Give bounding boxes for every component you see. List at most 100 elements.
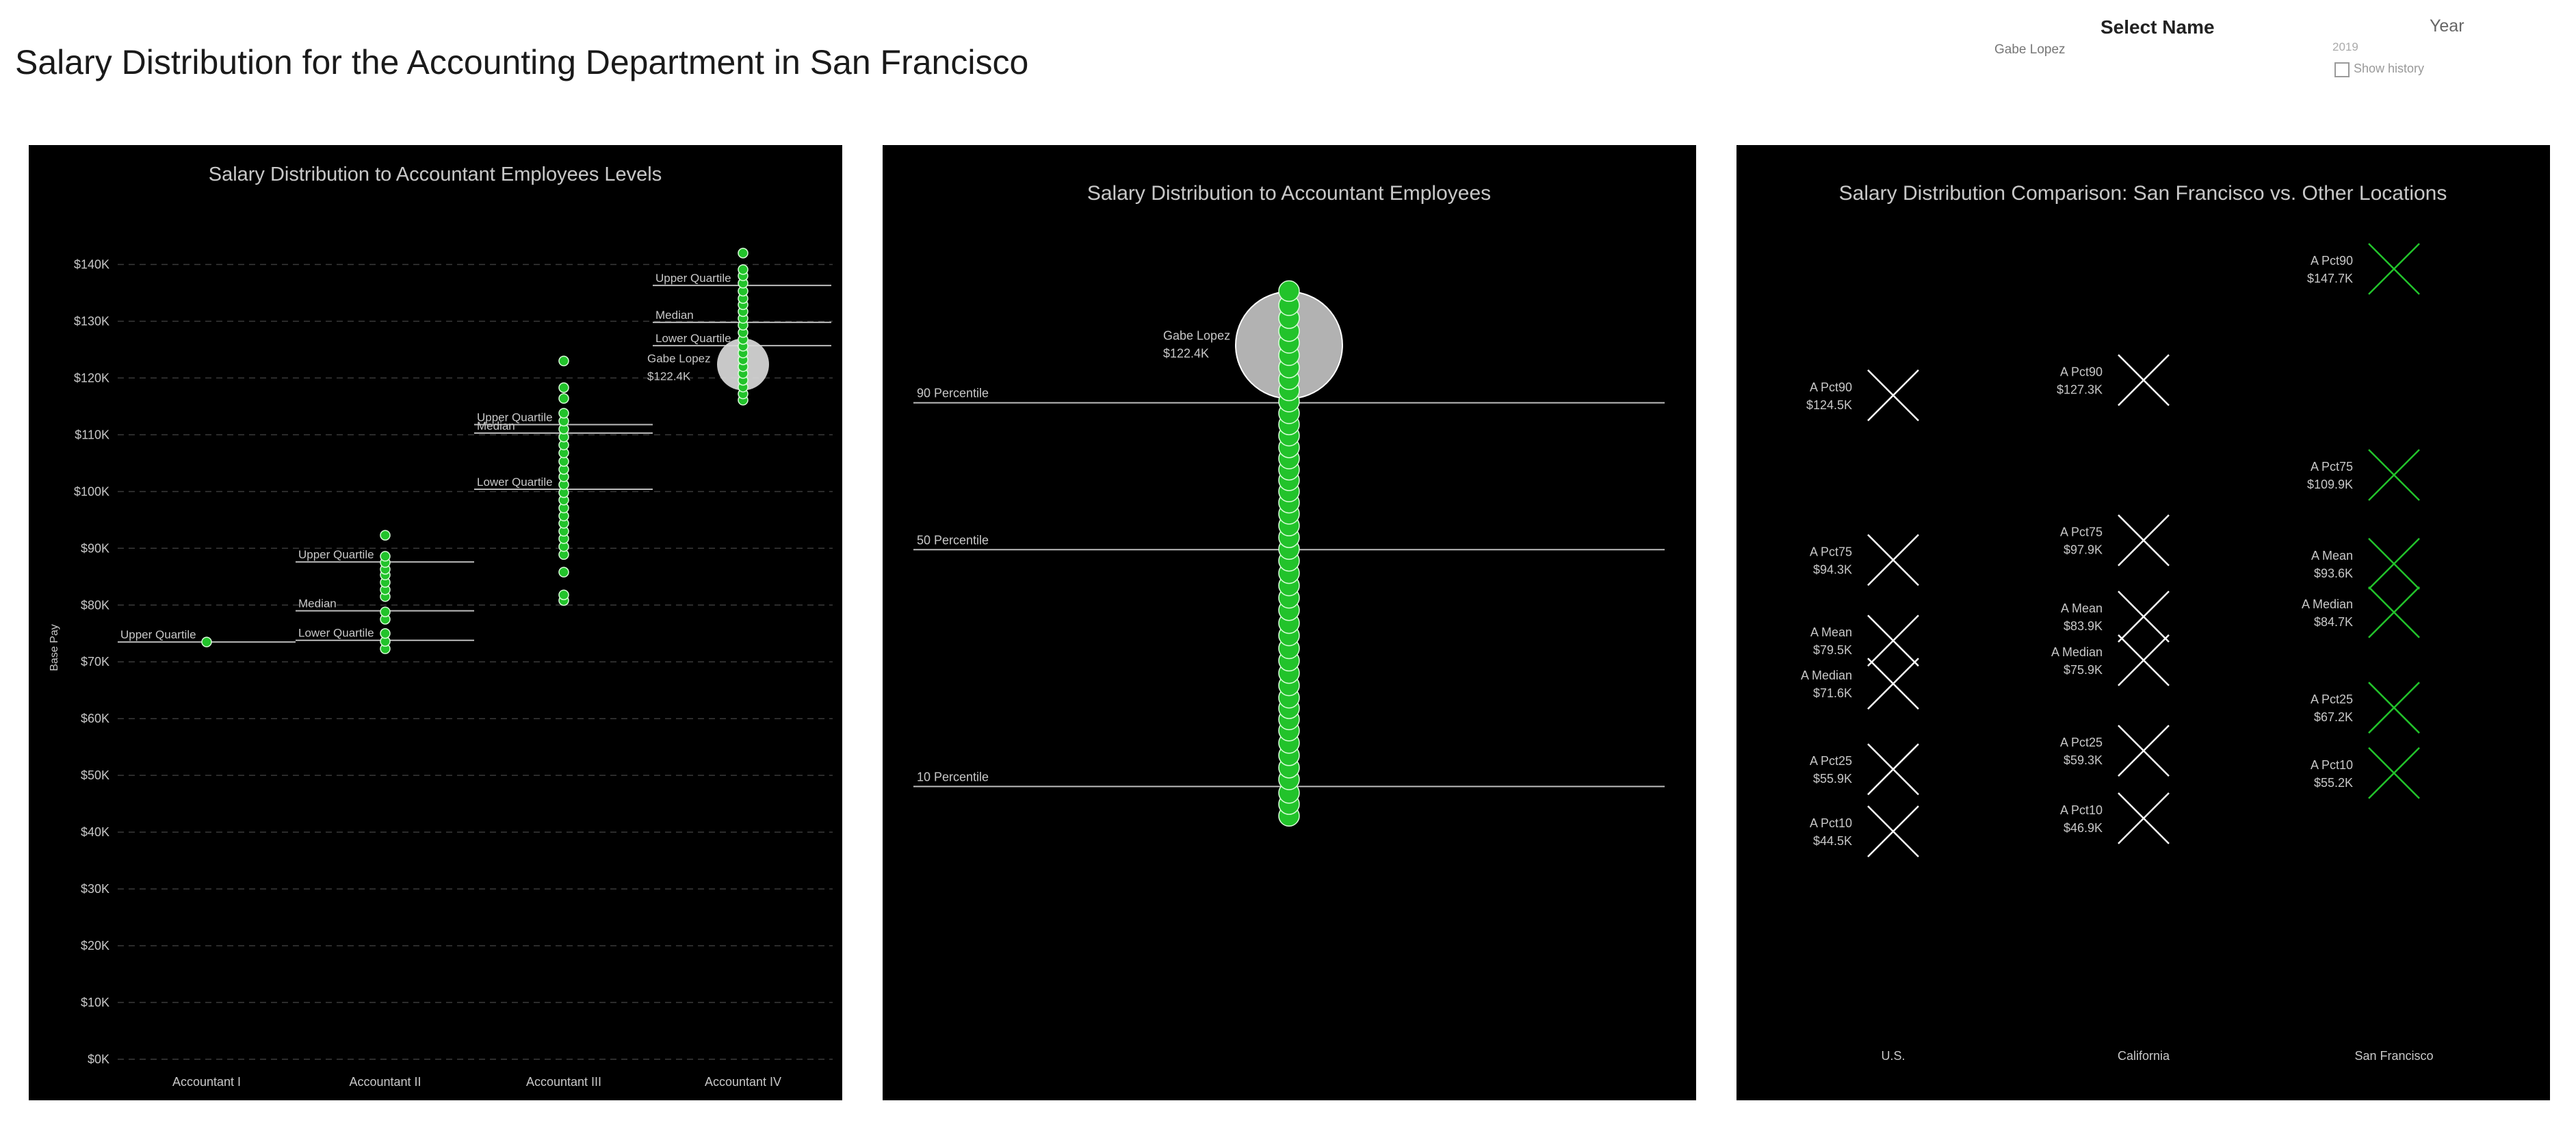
data-point xyxy=(558,355,569,367)
y-tick-label: $100K xyxy=(74,484,109,498)
chart-title: Salary Distribution to Accountant Employ… xyxy=(1087,182,1491,205)
data-point xyxy=(738,264,749,275)
marker-value: $55.2K xyxy=(2314,776,2353,790)
reference-line-label: Upper Quartile xyxy=(298,548,374,561)
data-point xyxy=(380,628,391,639)
marker-value: $67.2K xyxy=(2314,710,2353,724)
marker-value: $93.6K xyxy=(2314,567,2353,580)
y-tick-label: $130K xyxy=(74,314,109,328)
highlight-name: Gabe Lopez xyxy=(647,352,711,365)
selected-name-value[interactable]: Gabe Lopez xyxy=(1994,42,2066,57)
show-history-checkbox[interactable] xyxy=(2334,62,2350,77)
reference-line-label: Median xyxy=(298,597,337,610)
reference-line-label: Lower Quartile xyxy=(655,332,731,345)
marker-label: A Mean xyxy=(2311,549,2353,562)
reference-line-label: Median xyxy=(477,419,515,432)
reference-line-label: Lower Quartile xyxy=(477,476,553,489)
marker-label: A Pct90 xyxy=(1810,380,1852,394)
marker-label: A Pct10 xyxy=(1810,816,1852,830)
marker-label: A Mean xyxy=(2061,601,2103,615)
x-tick-label: Accountant IV xyxy=(705,1075,781,1089)
y-tick-label: $10K xyxy=(81,996,109,1009)
reference-line-label: Median xyxy=(655,309,694,322)
comparison-chart-panel: Salary Distribution Comparison: San Fran… xyxy=(1736,145,2550,1100)
y-tick-label: $70K xyxy=(81,655,109,669)
y-axis-label: Base Pay xyxy=(49,624,60,671)
reference-line-label: Lower Quartile xyxy=(298,627,374,640)
reference-line-label: Upper Quartile xyxy=(120,628,196,641)
reference-line-label: 50 Percentile xyxy=(917,533,989,547)
reference-line-label: Upper Quartile xyxy=(655,272,731,285)
marker-value: $55.9K xyxy=(1813,772,1852,786)
levels-chart: Salary Distribution to Accountant Employ… xyxy=(49,164,833,1089)
marker-value: $75.9K xyxy=(2064,663,2103,677)
distribution-chart-panel: Salary Distribution to Accountant Employ… xyxy=(883,145,1696,1100)
marker-value: $83.9K xyxy=(2064,619,2103,633)
reference-line-label: 10 Percentile xyxy=(917,770,989,783)
data-point xyxy=(558,393,569,404)
x-tick-label: San Francisco xyxy=(2354,1049,2433,1063)
marker-value: $94.3K xyxy=(1813,562,1852,576)
y-tick-label: $110K xyxy=(75,428,109,441)
y-tick-label: $50K xyxy=(81,768,109,782)
x-tick-label: Accountant III xyxy=(526,1075,601,1089)
data-point xyxy=(558,408,569,419)
reference-line-label: 90 Percentile xyxy=(917,387,989,400)
marker-value: $46.9K xyxy=(2064,821,2103,835)
chart-title: Salary Distribution Comparison: San Fran… xyxy=(1839,182,2447,205)
marker-value: $44.5K xyxy=(1813,834,1852,848)
x-tick-label: Accountant II xyxy=(349,1075,421,1089)
select-name-label: Select Name xyxy=(2100,16,2215,38)
marker-label: A Pct10 xyxy=(2060,803,2103,817)
marker-value: $109.9K xyxy=(2307,478,2353,491)
y-tick-label: $30K xyxy=(81,882,109,896)
data-point xyxy=(380,530,391,541)
highlight-name: Gabe Lopez xyxy=(1163,328,1230,342)
marker-value: $127.3K xyxy=(2057,383,2103,396)
y-tick-label: $140K xyxy=(74,257,109,271)
chart-title: Salary Distribution to Accountant Employ… xyxy=(209,164,662,185)
show-history-label: Show history xyxy=(2354,62,2425,75)
marker-label: A Median xyxy=(1801,669,1852,682)
marker-value: $79.5K xyxy=(1813,643,1852,657)
data-point xyxy=(558,589,569,601)
year-label: Year xyxy=(2430,16,2464,36)
marker-label: A Pct10 xyxy=(2311,758,2353,772)
marker-value: $59.3K xyxy=(2064,753,2103,767)
marker-label: A Pct90 xyxy=(2060,365,2103,378)
marker-label: A Pct90 xyxy=(2311,254,2353,268)
year-value[interactable]: 2019 xyxy=(2332,40,2358,54)
x-tick-label: California xyxy=(2118,1049,2170,1063)
y-tick-label: $120K xyxy=(74,371,109,385)
marker-label: A Median xyxy=(2051,645,2103,659)
data-point xyxy=(1278,280,1300,302)
y-tick-label: $0K xyxy=(88,1052,109,1066)
marker-label: A Pct75 xyxy=(1810,545,1852,558)
data-point xyxy=(558,382,569,393)
marker-value: $71.6K xyxy=(1813,686,1852,700)
y-tick-label: $60K xyxy=(81,712,109,725)
dashboard-title: Salary Distribution for the Accounting D… xyxy=(15,43,1029,81)
data-point xyxy=(380,551,391,562)
marker-label: A Pct25 xyxy=(2060,736,2103,749)
y-tick-label: $80K xyxy=(81,598,109,612)
highlight-value: $122.4K xyxy=(1163,346,1209,360)
distribution-chart: Salary Distribution to Accountant Employ… xyxy=(913,182,1665,827)
comparison-chart: Salary Distribution Comparison: San Fran… xyxy=(1801,182,2447,1063)
x-tick-label: Accountant I xyxy=(172,1075,241,1089)
data-point xyxy=(201,636,212,647)
data-point xyxy=(738,248,749,259)
highlight-value: $122.4K xyxy=(647,370,691,383)
x-tick-label: U.S. xyxy=(1881,1049,1905,1063)
data-point xyxy=(380,606,391,617)
y-tick-label: $40K xyxy=(81,825,109,839)
marker-label: A Pct75 xyxy=(2311,460,2353,474)
y-tick-label: $20K xyxy=(81,939,109,953)
marker-label: A Mean xyxy=(1810,625,1852,639)
marker-label: A Median xyxy=(2302,597,2353,611)
marker-label: A Pct25 xyxy=(2311,692,2353,706)
marker-label: A Pct75 xyxy=(2060,526,2103,539)
marker-value: $84.7K xyxy=(2314,615,2353,629)
marker-value: $124.5K xyxy=(1806,398,1852,412)
marker-label: A Pct25 xyxy=(1810,754,1852,768)
